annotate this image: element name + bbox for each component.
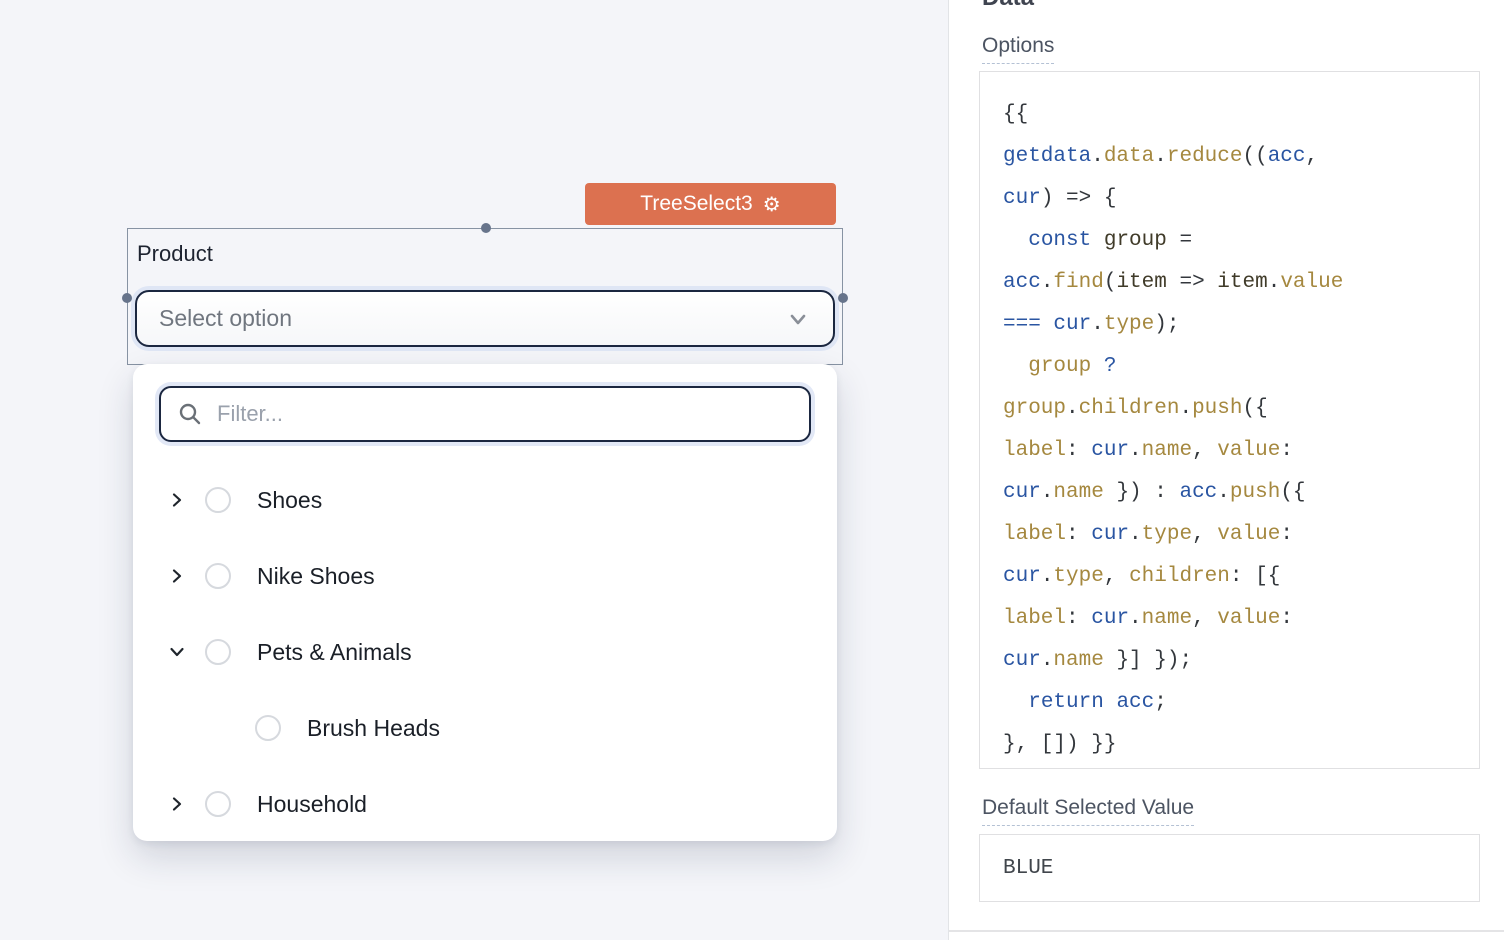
default-selected-value-input[interactable] [1003,857,1479,880]
widget-name-badge[interactable]: TreeSelect3 ⚙ [585,183,836,225]
tree-select-dropdown: Shoes Nike Shoes Pets & Animals Brush He… [133,364,837,841]
select-placeholder: Select option [159,305,785,332]
search-icon [177,401,203,427]
resize-handle-left[interactable] [122,293,132,303]
panel-section-divider [949,930,1504,932]
options-code-editor[interactable]: {{getdata.data.reduce((acc,cur) => { con… [979,71,1480,769]
radio-button[interactable] [205,487,231,513]
tree-option-row[interactable]: Household [133,766,837,842]
code-line: cur.type, children: [{ [1003,556,1479,598]
code-line: label: cur.type, value: [1003,514,1479,556]
chevron-right-icon[interactable] [167,490,187,510]
code-line: getdata.data.reduce((acc, [1003,136,1479,178]
code-line: label: cur.name, value: [1003,430,1479,472]
tree-option-list: Shoes Nike Shoes Pets & Animals Brush He… [133,462,837,842]
tree-option-row[interactable]: Pets & Animals [133,614,837,690]
chevron-right-icon[interactable] [167,566,187,586]
chevron-down-icon [785,306,811,332]
tree-option-row[interactable]: Brush Heads [133,690,837,766]
code-line: }, []) }} [1003,724,1479,766]
code-line: return acc; [1003,682,1479,724]
radio-button[interactable] [205,791,231,817]
code-line: cur.name }] }); [1003,640,1479,682]
code-line: group ? [1003,346,1479,388]
code-line: const group = [1003,220,1479,262]
resize-handle-right[interactable] [838,293,848,303]
code-line: cur.name }) : acc.push({ [1003,472,1479,514]
tree-option-label: Pets & Animals [257,639,412,666]
tree-option-row[interactable]: Nike Shoes [133,538,837,614]
code-line: {{ [1003,94,1479,136]
code-line: label: cur.name, value: [1003,598,1479,640]
properties-panel: Data Options {{getdata.data.reduce((acc,… [948,0,1504,940]
chevron-down-icon[interactable] [167,642,187,662]
resize-handle-top[interactable] [481,223,491,233]
gear-icon[interactable]: ⚙ [763,194,781,214]
chevron-right-icon[interactable] [167,794,187,814]
code-line: acc.find(item => item.value [1003,262,1479,304]
tree-option-label: Household [257,791,367,818]
widget-name-label: TreeSelect3 [640,192,752,216]
app-builder-screen: TreeSelect3 ⚙ Product Select option [0,0,1504,940]
options-property-label: Options [982,34,1054,64]
code-line: cur) => { [1003,178,1479,220]
code-line: group.children.push({ [1003,388,1479,430]
filter-input[interactable] [217,401,793,427]
tree-select-label: Product [137,241,213,267]
default-selected-value-field[interactable] [979,834,1480,902]
section-title-data: Data [982,0,1034,12]
tree-option-label: Nike Shoes [257,563,375,590]
tree-option-label: Brush Heads [307,715,440,742]
code-line: === cur.type); [1003,304,1479,346]
tree-option-row[interactable]: Shoes [133,462,837,538]
default-selected-value-label: Default Selected Value [982,796,1194,826]
tree-select-trigger[interactable]: Select option [135,290,835,347]
radio-button[interactable] [255,715,281,741]
radio-button[interactable] [205,639,231,665]
editor-canvas[interactable]: TreeSelect3 ⚙ Product Select option [0,0,948,940]
radio-button[interactable] [205,563,231,589]
filter-field[interactable] [159,386,811,442]
tree-option-label: Shoes [257,487,322,514]
